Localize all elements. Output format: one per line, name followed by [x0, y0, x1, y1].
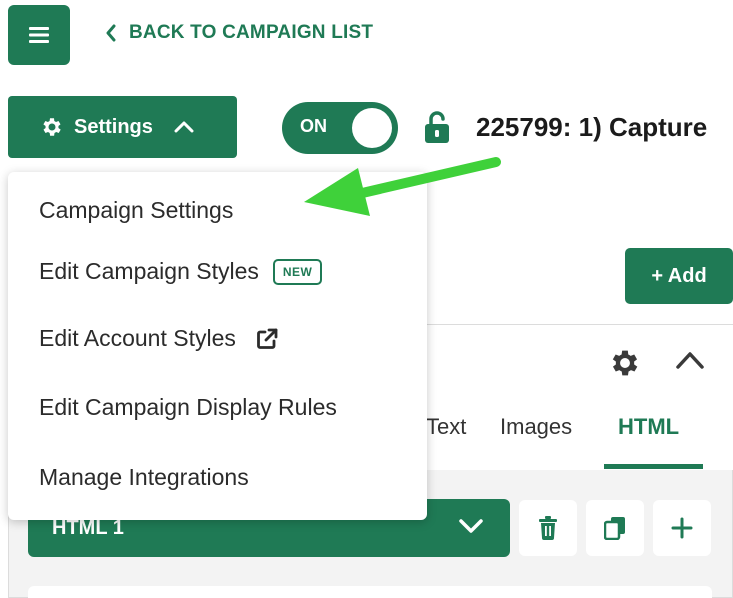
gear-icon[interactable]	[608, 346, 642, 380]
tab-text[interactable]: Text	[426, 414, 466, 440]
menu-button[interactable]	[8, 5, 70, 65]
menu-item-label: Manage Integrations	[39, 464, 249, 490]
new-badge: NEW	[272, 258, 323, 285]
menu-item-label: Edit Account Styles	[39, 325, 236, 351]
add-button[interactable]: + Add	[625, 248, 733, 304]
settings-label: Settings	[74, 115, 153, 138]
chevron-down-icon	[459, 519, 483, 533]
active-tab-indicator	[604, 464, 703, 469]
menu-item-label: Edit Campaign Styles	[39, 258, 259, 284]
menu-item-manage-integrations[interactable]: Manage Integrations	[39, 464, 249, 491]
menu-item-edit-account-styles[interactable]: Edit Account Styles	[39, 325, 278, 352]
chevron-left-icon	[106, 24, 116, 42]
settings-button[interactable]: Settings	[8, 96, 237, 158]
back-link-label: BACK TO CAMPAIGN LIST	[129, 22, 374, 43]
menu-item-label: Campaign Settings	[39, 197, 234, 223]
add-html-button[interactable]	[653, 500, 711, 556]
settings-dropdown-menu: Campaign Settings Edit Campaign Styles N…	[8, 172, 427, 520]
tab-images[interactable]: Images	[500, 414, 572, 440]
duplicate-html-button[interactable]	[586, 500, 644, 556]
toggle-label: ON	[300, 116, 327, 136]
toggle-knob	[352, 108, 392, 148]
tab-html[interactable]: HTML	[618, 414, 679, 440]
html-editor-card	[28, 586, 712, 598]
chevron-up-icon	[174, 121, 194, 133]
trash-icon	[539, 516, 557, 540]
external-link-icon	[256, 328, 278, 349]
back-to-campaign-list-link[interactable]: BACK TO CAMPAIGN LIST	[105, 22, 373, 44]
menu-item-campaign-settings[interactable]: Campaign Settings	[39, 197, 233, 224]
plus-icon	[671, 517, 693, 539]
campaign-active-toggle[interactable]: ON	[282, 102, 398, 154]
menu-item-edit-campaign-display-rules[interactable]: Edit Campaign Display Rules	[39, 394, 337, 421]
unlock-icon[interactable]	[424, 110, 450, 144]
annotation-arrow-icon	[304, 157, 501, 216]
chevron-up-icon[interactable]	[674, 348, 706, 372]
campaign-title: 225799: 1) Capture	[476, 112, 708, 142]
delete-html-button[interactable]	[519, 500, 577, 556]
gear-icon	[43, 118, 61, 136]
menu-item-label: Edit Campaign Display Rules	[39, 394, 337, 420]
hamburger-icon	[29, 27, 49, 43]
copy-icon	[604, 517, 625, 540]
menu-item-edit-campaign-styles[interactable]: Edit Campaign Styles NEW	[39, 258, 323, 285]
